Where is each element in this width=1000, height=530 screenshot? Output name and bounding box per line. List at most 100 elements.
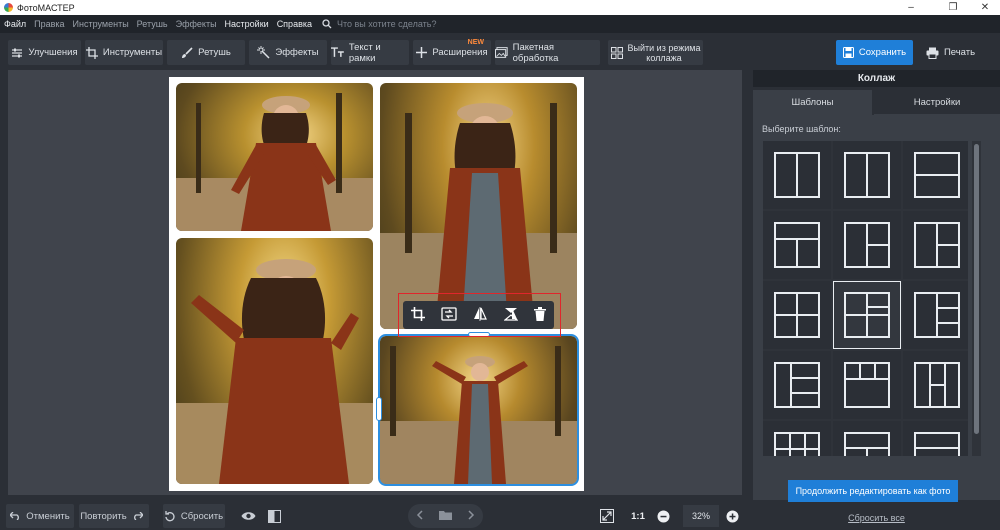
maximize-button[interactable]: ❐ — [938, 0, 968, 15]
tab-settings[interactable]: Настройки — [874, 90, 1000, 115]
compare-button[interactable] — [266, 504, 288, 528]
template-layout-icon — [774, 222, 820, 268]
tools-label: Инструменты — [102, 47, 163, 58]
template-layout-icon — [914, 222, 960, 268]
menu-effects[interactable]: Эффекты — [172, 19, 221, 29]
redo-button[interactable]: Повторить — [79, 504, 149, 528]
printer-icon — [926, 47, 939, 59]
preview-button[interactable] — [240, 504, 262, 528]
collage-photo-4[interactable] — [378, 334, 579, 486]
collage-photo-1[interactable] — [176, 83, 373, 231]
template-layout-icon — [914, 362, 960, 408]
panel-title: Коллаж — [753, 70, 1000, 87]
app-logo-icon — [4, 3, 13, 12]
extensions-button[interactable]: Расширения NEW — [413, 39, 491, 65]
tools-button[interactable]: Инструменты — [85, 40, 163, 65]
continue-as-photo-button[interactable]: Продолжить редактировать как фото — [788, 480, 958, 502]
reset-button[interactable]: Сбросить — [163, 504, 225, 528]
trash-icon — [533, 306, 546, 321]
floppy-disk-icon — [842, 47, 854, 58]
menu-help[interactable]: Справка — [273, 19, 316, 29]
template-3[interactable] — [903, 141, 968, 209]
menu-settings[interactable]: Настройки — [221, 19, 273, 29]
delete-photo-button[interactable] — [533, 306, 546, 324]
template-13[interactable] — [763, 421, 831, 456]
minimize-button[interactable]: – — [896, 0, 926, 15]
collage-grid-icon — [610, 46, 623, 59]
template-10[interactable] — [763, 351, 831, 419]
actual-size-button[interactable]: 1:1 — [626, 504, 650, 528]
zoom-in-button[interactable] — [725, 504, 745, 528]
menu-retouch[interactable]: Ретушь — [133, 19, 172, 29]
flip-horizontal-button[interactable] — [473, 306, 488, 324]
template-15[interactable] — [903, 421, 968, 456]
replace-image-icon — [441, 306, 457, 321]
template-5[interactable] — [833, 211, 901, 279]
menu-tools[interactable]: Инструменты — [69, 19, 133, 29]
next-button[interactable] — [468, 509, 475, 523]
minus-circle-icon — [657, 510, 670, 522]
reset-icon — [165, 510, 175, 521]
redo-icon — [133, 512, 143, 520]
improve-button[interactable]: Улучшения — [8, 40, 81, 65]
gallery-button[interactable] — [439, 510, 452, 523]
scroll-thumb[interactable] — [974, 144, 979, 434]
template-2[interactable] — [833, 141, 901, 209]
zoom-out-button[interactable] — [656, 504, 676, 528]
print-button[interactable]: Печать — [918, 40, 983, 65]
improve-label: Улучшения — [28, 47, 78, 58]
exit-collage-label-2: коллажа — [646, 52, 682, 63]
close-button[interactable]: ✕ — [970, 0, 1000, 15]
template-layout-icon — [914, 152, 960, 198]
retouch-button[interactable]: Ретушь — [167, 40, 245, 65]
zoom-value[interactable]: 32% — [683, 505, 719, 527]
effects-button[interactable]: Эффекты — [249, 40, 327, 65]
replace-photo-button[interactable] — [441, 306, 457, 324]
save-button[interactable]: Сохранить — [836, 40, 913, 65]
template-12[interactable] — [903, 351, 968, 419]
menu-search[interactable]: Что вы хотите сделать? — [322, 19, 437, 29]
previous-button[interactable] — [416, 509, 423, 523]
photo-tools-bar — [403, 301, 554, 329]
reset-all-link[interactable]: Сбросить все — [753, 513, 1000, 523]
reset-label: Сбросить — [180, 510, 224, 522]
plus-icon — [416, 47, 428, 58]
text-frames-label: Текст и рамки — [348, 41, 381, 64]
choose-template-label: Выберите шаблон: — [762, 124, 841, 134]
template-14[interactable] — [833, 421, 901, 456]
template-7[interactable] — [763, 281, 831, 349]
extensions-label: Расширения — [432, 47, 488, 58]
exit-collage-button[interactable]: Выйти из режима коллажа — [608, 40, 703, 65]
template-6[interactable] — [903, 211, 968, 279]
template-1[interactable] — [763, 141, 831, 209]
template-9[interactable] — [903, 281, 968, 349]
menu-edit[interactable]: Правка — [30, 19, 68, 29]
collage-photo-3[interactable] — [176, 238, 373, 484]
template-4[interactable] — [763, 211, 831, 279]
batch-label: Пакетная обработка — [512, 41, 559, 64]
chevron-left-icon — [416, 509, 423, 520]
undo-button[interactable]: Отменить — [6, 504, 74, 528]
resize-handle-left[interactable] — [376, 397, 382, 421]
fit-screen-button[interactable] — [598, 504, 620, 528]
photo-3-image — [176, 259, 373, 484]
chevron-right-icon — [468, 509, 475, 520]
template-grid — [763, 141, 968, 456]
tab-templates[interactable]: Шаблоны — [753, 90, 872, 115]
template-layout-icon — [774, 152, 820, 198]
flip-vertical-button[interactable] — [502, 307, 519, 324]
crop-tool-button[interactable] — [411, 306, 426, 324]
sliders-icon — [12, 48, 23, 57]
template-11[interactable] — [833, 351, 901, 419]
flip-horizontal-icon — [474, 306, 488, 321]
text-icon — [331, 47, 344, 57]
text-frames-button[interactable]: Текст и рамки — [331, 40, 409, 65]
template-scrollbar[interactable] — [972, 141, 981, 456]
menu-file[interactable]: Файл — [0, 19, 30, 29]
batch-button[interactable]: Пакетная обработка — [495, 40, 600, 65]
template-layout-icon — [844, 222, 890, 268]
exit-collage-label-1: Выйти из режима — [627, 42, 701, 53]
template-8[interactable] — [833, 281, 901, 349]
collage-panel: Коллаж Шаблоны Настройки Выберите шаблон… — [753, 70, 1000, 530]
search-placeholder: Что вы хотите сделать? — [337, 19, 437, 29]
